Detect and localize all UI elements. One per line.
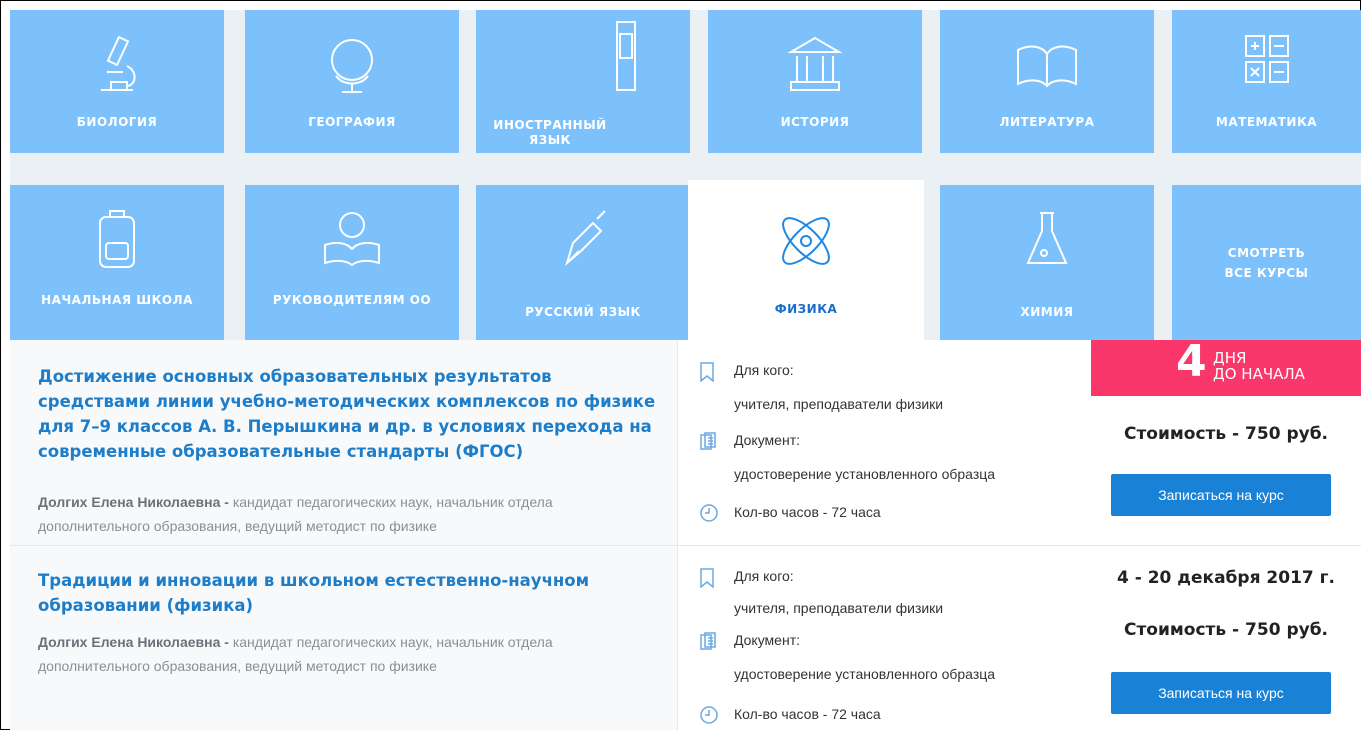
- course-author: Долгих Елена Николаевна - кандидат педаг…: [38, 490, 663, 538]
- bookmark-icon: [700, 362, 714, 382]
- category-label: РУКОВОДИТЕЛЯМ ОО: [272, 293, 432, 307]
- category-tile-geography[interactable]: ГЕОГРАФИЯ: [245, 10, 459, 153]
- enroll-button[interactable]: Записаться на курс: [1111, 672, 1331, 714]
- course-card: Достижение основных образовательных резу…: [10, 336, 1361, 545]
- category-tile-chemistry[interactable]: ХИМИЯ: [940, 185, 1154, 340]
- flask-icon: [1026, 212, 1068, 264]
- pen-nib-icon: [565, 210, 606, 266]
- phone-booth-icon: [616, 21, 636, 91]
- course-author: Долгих Елена Николаевна - кандидат педаг…: [38, 630, 663, 678]
- days-left-badge: 4 ДНЯ ДО НАЧАЛА: [1091, 336, 1361, 396]
- museum-icon: [787, 36, 843, 91]
- all-courses-label: СМОТРЕТЬ ВСЕ КУРСЫ: [1224, 246, 1309, 280]
- category-tile-all-courses[interactable]: СМОТРЕТЬ ВСЕ КУРСЫ: [1172, 185, 1361, 340]
- category-tile-foreign-language[interactable]: ИНОСТРАННЫЙ ЯЗЫК: [476, 10, 690, 153]
- document-value: удостоверение установленного образца: [734, 666, 996, 682]
- category-tile-school-heads[interactable]: РУКОВОДИТЕЛЯМ ОО: [245, 185, 459, 340]
- days-left-line2: ДО НАЧАЛА: [1213, 365, 1305, 383]
- for-whom-value: учителя, преподаватели физики: [734, 600, 944, 616]
- hours-value: Кол-во часов - 72 часа: [734, 706, 881, 722]
- document-icon: [700, 432, 716, 450]
- book-icon: [1017, 45, 1077, 88]
- clock-icon: [700, 504, 718, 522]
- atom-icon: [782, 217, 830, 265]
- reader-icon: [324, 212, 380, 267]
- enroll-button[interactable]: Записаться на курс: [1111, 474, 1331, 516]
- course-card: Традиции и инновации в школьном естестве…: [10, 546, 1361, 730]
- category-grid: БИОЛОГИЯ ГЕОГРАФИЯ ИНОСТРАННЫЙ ЯЗЫК ИСТО…: [10, 10, 1361, 340]
- category-label: ИСТОРИЯ: [780, 115, 850, 129]
- course-meta: Для кого: учителя, преподаватели физики …: [677, 340, 1091, 545]
- for-whom-label: Для кого:: [734, 568, 794, 584]
- document-icon: [700, 632, 716, 650]
- course-meta: Для кого: учителя, преподаватели физики …: [677, 546, 1091, 730]
- course-info: Традиции и инновации в школьном естестве…: [10, 546, 677, 730]
- bookmark-icon: [700, 568, 714, 588]
- days-left-number: 4: [1176, 336, 1207, 387]
- category-tile-primary-school[interactable]: НАЧАЛЬНАЯ ШКОЛА: [10, 185, 224, 340]
- document-value: удостоверение установленного образца: [734, 466, 996, 482]
- category-tile-russian[interactable]: РУССКИЙ ЯЗЫК: [476, 185, 690, 340]
- course-price: Стоимость - 750 руб.: [1123, 620, 1329, 640]
- for-whom-label: Для кого:: [734, 362, 794, 378]
- clock-icon: [700, 706, 718, 724]
- author-name: Долгих Елена Николаевна -: [38, 634, 229, 650]
- backpack-icon: [99, 210, 135, 268]
- days-left-text: ДНЯ ДО НАЧАЛА: [1213, 350, 1305, 382]
- course-title[interactable]: Достижение основных образовательных резу…: [38, 364, 663, 464]
- microscope-icon: [101, 35, 136, 91]
- category-label: ИНОСТРАННЫЙ ЯЗЫК: [493, 118, 607, 147]
- category-tile-math[interactable]: МАТЕМАТИКА: [1172, 10, 1361, 153]
- category-tile-history[interactable]: ИСТОРИЯ: [708, 10, 922, 153]
- category-tile-literature[interactable]: ЛИТЕРАТУРА: [940, 10, 1154, 153]
- course-info: Достижение основных образовательных резу…: [10, 340, 677, 545]
- category-label: ЛИТЕРАТУРА: [999, 115, 1095, 129]
- category-label: БИОЛОГИЯ: [76, 115, 158, 129]
- category-label: ГЕОГРАФИЯ: [308, 115, 396, 129]
- category-label: РУССКИЙ ЯЗЫК: [525, 305, 641, 319]
- course-dates: 4 - 20 декабря 2017 г.: [1116, 568, 1335, 588]
- hours-value: Кол-во часов - 72 часа: [734, 504, 881, 520]
- course-price: Стоимость - 750 руб.: [1123, 424, 1329, 444]
- course-actions: 4 ДНЯ ДО НАЧАЛА Стоимость - 750 руб. Запи…: [1091, 336, 1361, 545]
- for-whom-value: учителя, преподаватели физики: [734, 396, 944, 412]
- course-actions: 4 - 20 декабря 2017 г. Стоимость - 750 р…: [1091, 546, 1361, 730]
- math-signs-icon: [1244, 35, 1289, 83]
- category-tile-biology[interactable]: БИОЛОГИЯ: [10, 10, 224, 153]
- category-label: ХИМИЯ: [1020, 305, 1074, 319]
- category-tile-physics[interactable]: ФИЗИКА: [688, 180, 924, 340]
- document-label: Документ:: [734, 432, 800, 448]
- globe-icon: [331, 39, 373, 93]
- author-name: Долгих Елена Николаевна -: [38, 494, 229, 510]
- category-label: МАТЕМАТИКА: [1215, 115, 1318, 129]
- document-label: Документ:: [734, 632, 800, 648]
- course-title[interactable]: Традиции и инновации в школьном естестве…: [38, 568, 663, 618]
- category-label: ФИЗИКА: [774, 302, 838, 316]
- category-label: НАЧАЛЬНАЯ ШКОЛА: [41, 293, 193, 307]
